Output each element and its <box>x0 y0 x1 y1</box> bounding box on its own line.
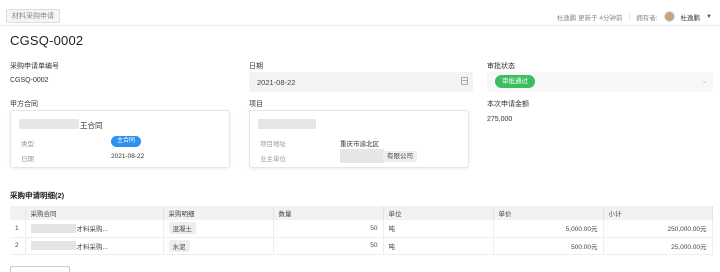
row-material[interactable]: 混凝土 <box>163 220 274 238</box>
redacted-text <box>30 241 76 250</box>
amount-label: 本次申请金额 <box>487 101 529 108</box>
code-label: 采购申请单编号 <box>10 63 59 70</box>
row-unit: 吨 <box>383 237 494 255</box>
calendar-icon[interactable] <box>461 77 468 85</box>
page-title: CGSQ-0002 <box>10 33 84 48</box>
owner-info-area: 杜逸鹏 更新于 4分钟前 | 拥有者: 杜逸鹏 ▼ <box>557 11 712 22</box>
row-price: 500.00元 <box>493 237 604 255</box>
status-select[interactable]: 审批通过 ⌄ <box>487 72 713 92</box>
project-label: 项目 <box>249 101 263 108</box>
project-owner-value: 有限公司 <box>383 151 417 162</box>
row-unit: 吨 <box>383 220 494 238</box>
status-badge: 审批通过 <box>495 75 535 88</box>
column-header[interactable]: 小计 <box>603 206 713 220</box>
contract-type-label: 类型 <box>21 141 34 148</box>
contract-card[interactable]: 王合同 类型 主合同 日期 2021-08-22 <box>10 110 230 168</box>
owner-label: 拥有者: <box>636 14 658 22</box>
page-tag[interactable]: 材料采购申请 <box>6 9 60 23</box>
date-value: 2021-08-22 <box>257 78 296 87</box>
column-header[interactable]: 数量 <box>273 206 384 220</box>
table-row[interactable]: 2 才料采购... 水泥 50 吨 500.00元 25,000.00元 <box>10 237 713 255</box>
row-material[interactable]: 水泥 <box>163 237 274 255</box>
column-header <box>10 206 26 220</box>
details-table: 采购合同 采购明细 数量 单位 单价 小计 1 才料采购... 混凝土 50 吨… <box>10 206 713 255</box>
table-row[interactable]: 1 才料采购... 混凝土 50 吨 5,000.00元 250,000.00元 <box>10 220 713 238</box>
project-card[interactable]: 项目地址 重庆市渝北区 业主单位 有限公司 <box>249 110 469 168</box>
row-index: 2 <box>10 237 26 255</box>
bottom-button-fragment[interactable] <box>10 266 70 272</box>
row-contract[interactable]: 才料采购... <box>25 220 164 238</box>
row-index: 1 <box>10 220 26 238</box>
contract-type-badge: 主合同 <box>111 136 142 147</box>
row-material-chip: 混凝土 <box>168 222 196 235</box>
row-subtotal: 250,000.00元 <box>603 220 713 238</box>
column-header[interactable]: 单位 <box>383 206 494 220</box>
amount-value: 275,000 <box>487 116 513 123</box>
date-label: 日期 <box>249 63 263 70</box>
row-contract-text: 才料采购... <box>76 226 108 234</box>
redacted-text <box>19 119 79 129</box>
row-contract[interactable]: 才料采购... <box>25 237 164 255</box>
redacted-text <box>30 223 76 233</box>
row-contract-text: 才料采购... <box>76 243 108 251</box>
row-price: 5,000.00元 <box>493 220 604 238</box>
chevron-down-icon[interactable]: ⌄ <box>702 78 707 85</box>
column-header[interactable]: 采购合同 <box>25 206 164 220</box>
table-header-row: 采购合同 采购明细 数量 单位 单价 小计 <box>10 206 713 220</box>
contract-label: 甲方合同 <box>10 101 38 108</box>
details-title: 采购申请明细(2) <box>10 191 65 200</box>
divider: | <box>628 13 631 20</box>
column-header[interactable]: 采购明细 <box>163 206 274 220</box>
row-subtotal: 25,000.00元 <box>603 237 713 255</box>
redacted-text <box>340 149 384 163</box>
date-field[interactable]: 2021-08-22 <box>249 72 473 92</box>
top-bar: 材料采购申请 杜逸鹏 更新于 4分钟前 | 拥有者: 杜逸鹏 ▼ <box>0 0 720 26</box>
row-qty: 50 <box>273 237 384 255</box>
code-value: CGSQ-0002 <box>10 77 49 84</box>
avatar[interactable] <box>663 11 675 22</box>
contract-card-title: 王合同 <box>80 121 103 130</box>
column-header[interactable]: 单价 <box>493 206 604 220</box>
redacted-text <box>258 119 316 129</box>
contract-date-label: 日期 <box>21 156 34 163</box>
chevron-down-icon[interactable]: ▼ <box>706 14 712 20</box>
project-owner-label: 业主单位 <box>260 156 286 163</box>
row-material-chip: 水泥 <box>168 239 190 252</box>
contract-date-value: 2021-08-22 <box>111 153 145 160</box>
update-info: 杜逸鹏 更新于 4分钟前 <box>556 14 623 22</box>
row-qty: 50 <box>273 220 384 238</box>
status-label: 审批状态 <box>487 63 515 70</box>
project-address-label: 项目地址 <box>260 141 286 148</box>
owner-name[interactable]: 杜逸鹏 <box>681 12 701 22</box>
project-address-value: 重庆市渝北区 <box>340 141 379 148</box>
